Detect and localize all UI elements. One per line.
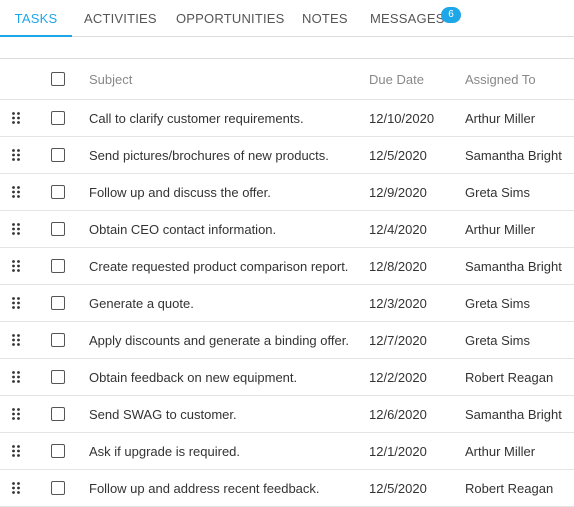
table-row[interactable]: Create requested product comparison repo… [0, 248, 574, 285]
task-subject: Follow up and discuss the offer. [89, 184, 271, 200]
drag-handle-icon[interactable] [12, 211, 26, 247]
task-subject: Send pictures/brochures of new products. [89, 147, 329, 163]
task-subject: Apply discounts and generate a binding o… [89, 332, 349, 348]
row-checkbox[interactable] [51, 370, 65, 384]
row-checkbox[interactable] [51, 333, 65, 347]
column-header-assigned-to[interactable]: Assigned To [465, 59, 536, 99]
table-row[interactable]: Follow up and discuss the offer. 12/9/202… [0, 174, 574, 211]
tab-activities[interactable]: ACTIVITIES [84, 0, 157, 37]
task-due-date: 12/4/2020 [369, 221, 427, 237]
task-subject: Call to clarify customer requirements. [89, 110, 304, 126]
drag-handle-icon[interactable] [12, 248, 26, 284]
task-due-date: 12/5/2020 [369, 147, 427, 163]
tab-opportunities[interactable]: OPPORTUNITIES [176, 0, 285, 37]
tab-bar: TASKS ACTIVITIES OPPORTUNITIES NOTES MES… [0, 0, 574, 37]
select-all-cell[interactable] [51, 59, 67, 99]
drag-handle-icon[interactable] [12, 322, 26, 358]
drag-handle-icon[interactable] [12, 470, 26, 506]
task-assigned-to: Arthur Miller [465, 221, 536, 237]
table-row[interactable]: Call to clarify customer requirements. 12… [0, 100, 574, 137]
task-due-date: 12/9/2020 [369, 184, 427, 200]
task-assigned-to: Greta Sims [465, 295, 531, 311]
messages-count-badge: 6 [441, 7, 461, 23]
row-select-cell[interactable] [51, 470, 67, 506]
task-assigned-to: Arthur Miller [465, 110, 536, 126]
task-due-date: 12/5/2020 [369, 480, 427, 496]
task-assigned-to: Greta Sims [465, 332, 531, 348]
task-assigned-to: Samantha Bright [465, 406, 562, 422]
task-subject: Obtain CEO contact information. [89, 221, 277, 237]
task-due-date: 12/8/2020 [369, 258, 427, 274]
row-checkbox[interactable] [51, 481, 65, 495]
row-select-cell[interactable] [51, 396, 67, 432]
grid-header-row: Subject Due Date Assigned To [0, 59, 574, 100]
task-due-date: 12/10/2020 [369, 110, 435, 126]
row-select-cell[interactable] [51, 100, 67, 136]
row-checkbox[interactable] [51, 222, 65, 236]
task-subject: Obtain feedback on new equipment. [89, 369, 298, 385]
task-assigned-to: Robert Reagan [465, 480, 554, 496]
table-row[interactable]: Send pictures/brochures of new products.… [0, 137, 574, 174]
row-checkbox[interactable] [51, 111, 65, 125]
row-checkbox[interactable] [51, 259, 65, 273]
row-select-cell[interactable] [51, 137, 67, 173]
row-checkbox[interactable] [51, 407, 65, 421]
column-header-subject[interactable]: Subject [89, 59, 132, 99]
table-row[interactable]: Apply discounts and generate a binding o… [0, 322, 574, 359]
task-subject: Create requested product comparison repo… [89, 258, 349, 274]
task-assigned-to: Samantha Bright [465, 147, 562, 163]
tab-tasks[interactable]: TASKS [0, 0, 72, 37]
row-select-cell[interactable] [51, 322, 67, 358]
task-due-date: 12/7/2020 [369, 332, 427, 348]
task-assigned-to: Robert Reagan [465, 369, 554, 385]
table-row[interactable]: Ask if upgrade is required. 12/1/2020 Arth… [0, 433, 574, 470]
task-due-date: 12/3/2020 [369, 295, 427, 311]
task-subject: Generate a quote. [89, 295, 194, 311]
row-checkbox[interactable] [51, 296, 65, 310]
drag-handle-icon[interactable] [12, 433, 26, 469]
row-checkbox[interactable] [51, 444, 65, 458]
drag-handle-icon[interactable] [12, 100, 26, 136]
task-subject: Send SWAG to customer. [89, 406, 237, 422]
select-all-checkbox[interactable] [51, 72, 65, 86]
tasks-grid: Subject Due Date Assigned To Call to cla… [0, 58, 574, 507]
row-checkbox[interactable] [51, 148, 65, 162]
tab-notes[interactable]: NOTES [302, 0, 348, 37]
task-assigned-to: Arthur Miller [465, 443, 536, 459]
row-select-cell[interactable] [51, 285, 67, 321]
task-assigned-to: Greta Sims [465, 184, 531, 200]
column-header-due-date[interactable]: Due Date [369, 59, 424, 99]
drag-handle-icon[interactable] [12, 285, 26, 321]
drag-handle-icon[interactable] [12, 174, 26, 210]
row-checkbox[interactable] [51, 185, 65, 199]
row-select-cell[interactable] [51, 248, 67, 284]
task-subject: Follow up and address recent feedback. [89, 480, 320, 496]
table-row[interactable]: Send SWAG to customer. 12/6/2020 Samantha … [0, 396, 574, 433]
table-row[interactable]: Obtain CEO contact information. 12/4/2020… [0, 211, 574, 248]
row-select-cell[interactable] [51, 433, 67, 469]
drag-handle-icon[interactable] [12, 137, 26, 173]
task-assigned-to: Samantha Bright [465, 258, 562, 274]
task-subject: Ask if upgrade is required. [89, 443, 241, 459]
row-select-cell[interactable] [51, 359, 67, 395]
table-row[interactable]: Follow up and address recent feedback. 12… [0, 470, 574, 507]
task-due-date: 12/2/2020 [369, 369, 427, 385]
row-select-cell[interactable] [51, 174, 67, 210]
task-due-date: 12/6/2020 [369, 406, 427, 422]
row-select-cell[interactable] [51, 211, 67, 247]
drag-handle-icon[interactable] [12, 359, 26, 395]
table-row[interactable]: Obtain feedback on new equipment. 12/2/20… [0, 359, 574, 396]
task-due-date: 12/1/2020 [369, 443, 427, 459]
table-row[interactable]: Generate a quote. 12/3/2020 Greta Sims [0, 285, 574, 322]
drag-handle-icon[interactable] [12, 396, 26, 432]
tab-messages[interactable]: MESSAGES [370, 0, 445, 37]
